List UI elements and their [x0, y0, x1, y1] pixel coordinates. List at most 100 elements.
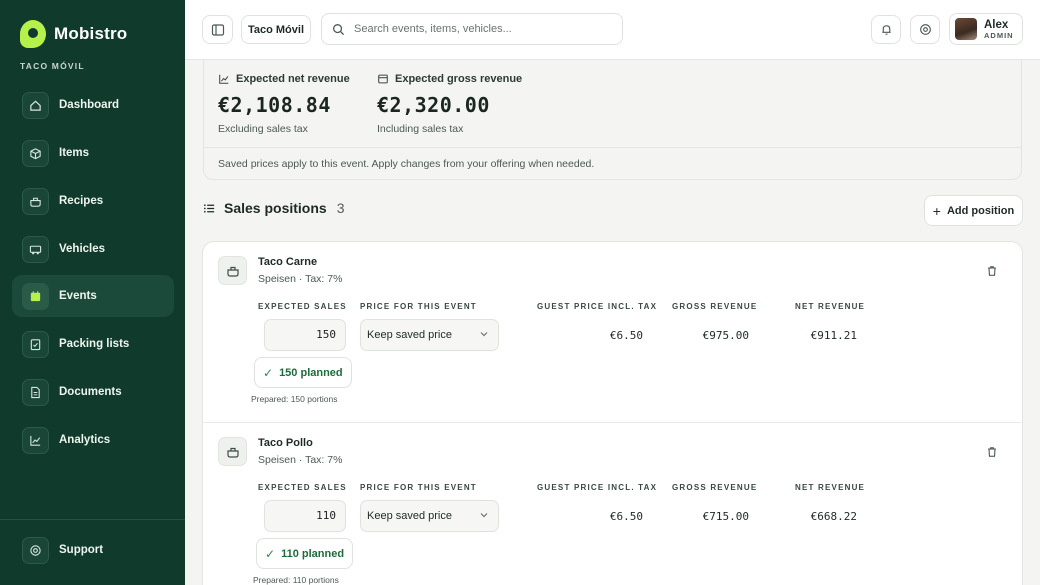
- planned-label: 110 planned: [281, 547, 345, 560]
- user-name: Alex: [984, 18, 1009, 31]
- help-button[interactable]: [910, 15, 940, 44]
- sidebar-toggle-icon: [211, 23, 224, 36]
- plus-icon: +: [932, 202, 941, 219]
- sales-positions-list: Taco Carne Speisen · Tax: 7% EXPECTED SA…: [202, 241, 1023, 585]
- sidebar-item-packing-lists[interactable]: Packing lists: [12, 323, 174, 365]
- gross-revenue-block: Expected gross revenue €2,320.00 Includi…: [377, 73, 522, 135]
- positions-count: 3: [336, 200, 345, 216]
- user-menu[interactable]: Alex ADMIN: [949, 13, 1023, 45]
- top-bar: Taco Móvil Alex ADMIN: [185, 0, 1040, 60]
- check-icon: ✓: [265, 546, 276, 561]
- sidebar-item-vehicles[interactable]: Vehicles: [12, 228, 174, 270]
- saved-prices-note: Saved prices apply to this event. Apply …: [204, 147, 1021, 180]
- trash-icon[interactable]: [986, 446, 998, 461]
- expected-sales-input[interactable]: 150: [264, 319, 346, 351]
- chevron-down-icon: [479, 329, 489, 341]
- sales-positions-header: Sales positions 3: [203, 200, 345, 216]
- guest-price-header: GUEST PRICE INCL. TAX: [537, 483, 658, 492]
- planned-badge[interactable]: ✓ 110 planned: [256, 538, 354, 569]
- sidebar-item-label: Dashboard: [59, 99, 120, 111]
- sidebar-item-events[interactable]: Events: [12, 275, 174, 317]
- net-revenue-label: Expected net revenue: [236, 73, 350, 85]
- gross-revenue-header: GROSS REVENUE: [672, 483, 758, 492]
- add-position-button[interactable]: + Add position: [924, 195, 1023, 226]
- price-header: PRICE FOR THIS EVENT: [360, 483, 477, 492]
- add-position-label: Add position: [946, 204, 1015, 217]
- brand[interactable]: Mobistro: [20, 20, 127, 48]
- gross-revenue-value: €2,320.00: [377, 93, 490, 117]
- organization-label: TACO MÓVIL: [20, 61, 85, 71]
- trash-icon[interactable]: [986, 265, 998, 280]
- gross-revenue-value: €975.00: [702, 329, 749, 342]
- sidebar-divider: [0, 519, 185, 520]
- sidebar-item-label: Vehicles: [59, 243, 106, 255]
- search-input[interactable]: [354, 23, 604, 35]
- expected-sales-input[interactable]: 110: [264, 500, 346, 532]
- checklist-icon: [22, 330, 49, 358]
- net-revenue-header: NET REVENUE: [795, 302, 866, 311]
- prepared-note: Prepared: 110 portions: [253, 575, 339, 585]
- sidebar: Mobistro TACO MÓVIL Dashboard Items Reci…: [0, 0, 185, 585]
- pot-icon: [22, 187, 49, 215]
- sidebar-item-label: Events: [59, 290, 97, 302]
- planned-label: 150 planned: [279, 366, 343, 379]
- user-role: ADMIN: [984, 30, 1014, 40]
- guest-price-value: €6.50: [609, 510, 643, 523]
- list-item: Taco Carne Speisen · Tax: 7% EXPECTED SA…: [203, 242, 1022, 422]
- check-icon: ✓: [263, 365, 274, 380]
- guest-price-header: GUEST PRICE INCL. TAX: [537, 302, 658, 311]
- sidebar-item-label: Analytics: [59, 434, 111, 446]
- gross-revenue-value: €715.00: [702, 510, 749, 523]
- position-name: Taco Pollo: [258, 437, 313, 449]
- sidebar-item-label: Documents: [59, 386, 122, 398]
- sidebar-item-label: Recipes: [59, 195, 104, 207]
- mobistro-logo-icon: [20, 20, 46, 48]
- section-title: Sales positions: [224, 200, 327, 216]
- gross-revenue-header: GROSS REVENUE: [672, 302, 758, 311]
- net-revenue-block: Expected net revenue €2,108.84 Excluding…: [218, 73, 350, 135]
- sidebar-item-items[interactable]: Items: [12, 132, 174, 174]
- search-bar[interactable]: [321, 13, 623, 45]
- price-select-value: Keep saved price: [367, 510, 452, 522]
- net-revenue-value: €668.22: [810, 510, 857, 523]
- pot-icon: [218, 437, 247, 466]
- position-meta: Speisen · Tax: 7%: [258, 454, 343, 466]
- help-circle-icon: [22, 536, 49, 564]
- box-icon: [22, 139, 49, 167]
- net-revenue-value: €911.21: [810, 329, 857, 342]
- bell-icon: [881, 25, 891, 35]
- guest-price-value: €6.50: [609, 329, 643, 342]
- net-revenue-header: NET REVENUE: [795, 483, 866, 492]
- trend-chart-icon: [219, 74, 229, 84]
- price-select[interactable]: Keep saved price: [360, 500, 499, 532]
- expected-sales-header: EXPECTED SALES: [258, 302, 347, 311]
- sidebar-item-dashboard[interactable]: Dashboard: [12, 84, 174, 126]
- truck-icon: [22, 235, 49, 263]
- list-item: Taco Pollo Speisen · Tax: 7% EXPECTED SA…: [203, 422, 1022, 585]
- planned-badge[interactable]: ✓ 150 planned: [254, 357, 352, 388]
- sidebar-item-label: Support: [59, 544, 104, 556]
- price-select[interactable]: Keep saved price: [360, 319, 499, 351]
- price-select-value: Keep saved price: [367, 329, 452, 341]
- sidebar-item-recipes[interactable]: Recipes: [12, 180, 174, 222]
- expected-sales-header: EXPECTED SALES: [258, 483, 347, 492]
- position-name: Taco Carne: [258, 256, 318, 268]
- price-header: PRICE FOR THIS EVENT: [360, 302, 477, 311]
- home-icon: [22, 91, 49, 119]
- sidebar-item-support[interactable]: Support: [12, 529, 174, 571]
- gross-revenue-label: Expected gross revenue: [395, 73, 523, 85]
- chart-icon: [22, 426, 49, 454]
- sidebar-item-documents[interactable]: Documents: [12, 371, 174, 413]
- net-revenue-value: €2,108.84: [218, 93, 331, 117]
- notifications-button[interactable]: [871, 15, 901, 44]
- sidebar-toggle-button[interactable]: [202, 15, 233, 44]
- sidebar-item-analytics[interactable]: Analytics: [12, 419, 174, 461]
- receipt-icon: [378, 74, 388, 84]
- position-meta: Speisen · Tax: 7%: [258, 273, 343, 285]
- workspace-switcher-button[interactable]: Taco Móvil: [241, 15, 311, 44]
- search-icon: [333, 23, 345, 35]
- chevron-down-icon: [479, 510, 489, 522]
- prepared-note: Prepared: 150 portions: [251, 394, 338, 404]
- avatar: [955, 18, 977, 40]
- document-icon: [22, 378, 49, 406]
